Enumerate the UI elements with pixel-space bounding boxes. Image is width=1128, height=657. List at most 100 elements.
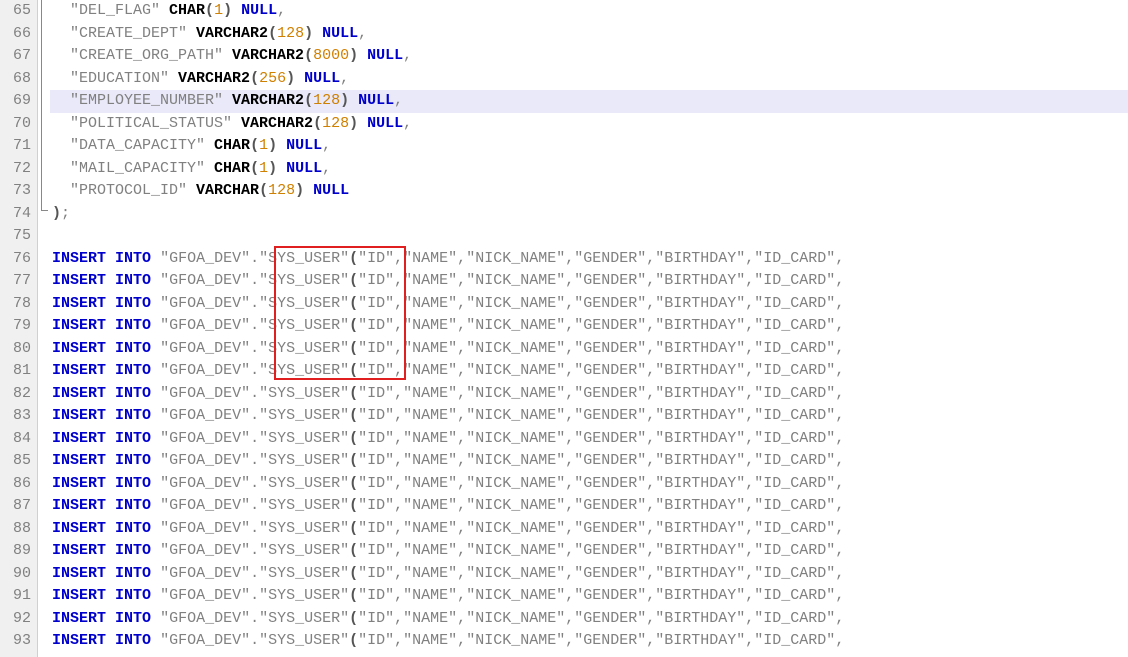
schema-name: "GFOA_DEV": [160, 587, 250, 604]
keyword-into: INTO: [115, 587, 151, 604]
schema-name: "GFOA_DEV": [160, 250, 250, 267]
insert-col: "GENDER": [574, 407, 646, 424]
insert-col: "GENDER": [574, 542, 646, 559]
insert-col: "NAME": [403, 587, 457, 604]
schema-name: "GFOA_DEV": [160, 362, 250, 379]
null-keyword: NULL: [304, 70, 340, 87]
schema-name: "GFOA_DEV": [160, 452, 250, 469]
code-area[interactable]: "DEL_FLAG" CHAR(1) NULL,"CREATE_DEPT" VA…: [50, 0, 1128, 657]
code-line[interactable]: INSERT INTO "GFOA_DEV"."SYS_USER"("ID","…: [50, 270, 1128, 293]
code-line[interactable]: "MAIL_CAPACITY" CHAR(1) NULL,: [50, 158, 1128, 181]
schema-name: "GFOA_DEV": [160, 497, 250, 514]
line-number: 80: [6, 338, 31, 361]
keyword-into: INTO: [115, 520, 151, 537]
insert-col: "NICK_NAME": [466, 497, 565, 514]
insert-col: "ID": [358, 565, 394, 582]
insert-col: "NAME": [403, 520, 457, 537]
insert-col: "NICK_NAME": [466, 610, 565, 627]
table-name: "SYS_USER": [259, 452, 349, 469]
code-line[interactable]: INSERT INTO "GFOA_DEV"."SYS_USER"("ID","…: [50, 495, 1128, 518]
code-editor[interactable]: 6566676869707172737475767778798081828384…: [0, 0, 1128, 657]
code-line[interactable]: INSERT INTO "GFOA_DEV"."SYS_USER"("ID","…: [50, 473, 1128, 496]
insert-col: "NICK_NAME": [466, 385, 565, 402]
insert-col: "BIRTHDAY": [655, 452, 745, 469]
code-line[interactable]: INSERT INTO "GFOA_DEV"."SYS_USER"("ID","…: [50, 608, 1128, 631]
insert-col: "NICK_NAME": [466, 317, 565, 334]
column-name: "PROTOCOL_ID": [70, 182, 187, 199]
insert-col: "NAME": [403, 385, 457, 402]
insert-col: "NAME": [403, 295, 457, 312]
insert-col: "NICK_NAME": [466, 520, 565, 537]
insert-col: "BIRTHDAY": [655, 272, 745, 289]
code-line[interactable]: "CREATE_ORG_PATH" VARCHAR2(8000) NULL,: [50, 45, 1128, 68]
column-type: VARCHAR2: [178, 70, 250, 87]
line-number: 66: [6, 23, 31, 46]
line-number: 74: [6, 203, 31, 226]
code-line[interactable]: "EMPLOYEE_NUMBER" VARCHAR2(128) NULL,: [50, 90, 1128, 113]
insert-col: "GENDER": [574, 295, 646, 312]
code-line[interactable]: INSERT INTO "GFOA_DEV"."SYS_USER"("ID","…: [50, 360, 1128, 383]
column-name: "MAIL_CAPACITY": [70, 160, 205, 177]
table-name: "SYS_USER": [259, 475, 349, 492]
insert-col: "BIRTHDAY": [655, 340, 745, 357]
line-number: 78: [6, 293, 31, 316]
keyword-into: INTO: [115, 407, 151, 424]
code-line[interactable]: INSERT INTO "GFOA_DEV"."SYS_USER"("ID","…: [50, 630, 1128, 653]
insert-col: "ID": [358, 250, 394, 267]
column-type: VARCHAR2: [241, 115, 313, 132]
null-keyword: NULL: [286, 137, 322, 154]
line-number: 71: [6, 135, 31, 158]
column-size: 128: [322, 115, 349, 132]
table-name: "SYS_USER": [259, 565, 349, 582]
keyword-insert: INSERT: [52, 385, 106, 402]
keyword-into: INTO: [115, 475, 151, 492]
insert-col: "BIRTHDAY": [655, 587, 745, 604]
keyword-insert: INSERT: [52, 497, 106, 514]
insert-col: "GENDER": [574, 317, 646, 334]
insert-col: "ID": [358, 475, 394, 492]
column-type: VARCHAR2: [232, 92, 304, 109]
insert-col: "ID": [358, 430, 394, 447]
insert-col: "NAME": [403, 340, 457, 357]
insert-col: "ID_CARD": [754, 475, 835, 492]
code-line[interactable]: "DEL_FLAG" CHAR(1) NULL,: [50, 0, 1128, 23]
code-line[interactable]: INSERT INTO "GFOA_DEV"."SYS_USER"("ID","…: [50, 518, 1128, 541]
code-line[interactable]: INSERT INTO "GFOA_DEV"."SYS_USER"("ID","…: [50, 428, 1128, 451]
line-number: 75: [6, 225, 31, 248]
code-line[interactable]: "POLITICAL_STATUS" VARCHAR2(128) NULL,: [50, 113, 1128, 136]
insert-col: "ID_CARD": [754, 542, 835, 559]
code-line[interactable]: INSERT INTO "GFOA_DEV"."SYS_USER"("ID","…: [50, 248, 1128, 271]
code-line[interactable]: "DATA_CAPACITY" CHAR(1) NULL,: [50, 135, 1128, 158]
code-line[interactable]: INSERT INTO "GFOA_DEV"."SYS_USER"("ID","…: [50, 293, 1128, 316]
code-line[interactable]: "CREATE_DEPT" VARCHAR2(128) NULL,: [50, 23, 1128, 46]
line-number: 91: [6, 585, 31, 608]
insert-col: "ID": [358, 362, 394, 379]
insert-col: "NICK_NAME": [466, 542, 565, 559]
line-number: 79: [6, 315, 31, 338]
code-line[interactable]: INSERT INTO "GFOA_DEV"."SYS_USER"("ID","…: [50, 585, 1128, 608]
keyword-insert: INSERT: [52, 295, 106, 312]
code-line[interactable]: INSERT INTO "GFOA_DEV"."SYS_USER"("ID","…: [50, 315, 1128, 338]
insert-col: "GENDER": [574, 340, 646, 357]
column-type: VARCHAR2: [196, 25, 268, 42]
insert-col: "NICK_NAME": [466, 340, 565, 357]
code-line[interactable]: INSERT INTO "GFOA_DEV"."SYS_USER"("ID","…: [50, 563, 1128, 586]
code-line[interactable]: INSERT INTO "GFOA_DEV"."SYS_USER"("ID","…: [50, 338, 1128, 361]
table-name: "SYS_USER": [259, 430, 349, 447]
code-line[interactable]: INSERT INTO "GFOA_DEV"."SYS_USER"("ID","…: [50, 383, 1128, 406]
code-line[interactable]: INSERT INTO "GFOA_DEV"."SYS_USER"("ID","…: [50, 540, 1128, 563]
code-line[interactable]: "EDUCATION" VARCHAR2(256) NULL,: [50, 68, 1128, 91]
null-keyword: NULL: [358, 92, 394, 109]
schema-name: "GFOA_DEV": [160, 610, 250, 627]
code-line[interactable]: [50, 225, 1128, 248]
column-name: "EMPLOYEE_NUMBER": [70, 92, 223, 109]
insert-col: "ID": [358, 610, 394, 627]
code-line[interactable]: INSERT INTO "GFOA_DEV"."SYS_USER"("ID","…: [50, 405, 1128, 428]
column-size: 128: [268, 182, 295, 199]
code-line[interactable]: INSERT INTO "GFOA_DEV"."SYS_USER"("ID","…: [50, 450, 1128, 473]
null-keyword: NULL: [286, 160, 322, 177]
insert-col: "ID": [358, 542, 394, 559]
code-line[interactable]: "PROTOCOL_ID" VARCHAR(128) NULL: [50, 180, 1128, 203]
code-line[interactable]: );: [50, 203, 1128, 226]
insert-col: "GENDER": [574, 565, 646, 582]
